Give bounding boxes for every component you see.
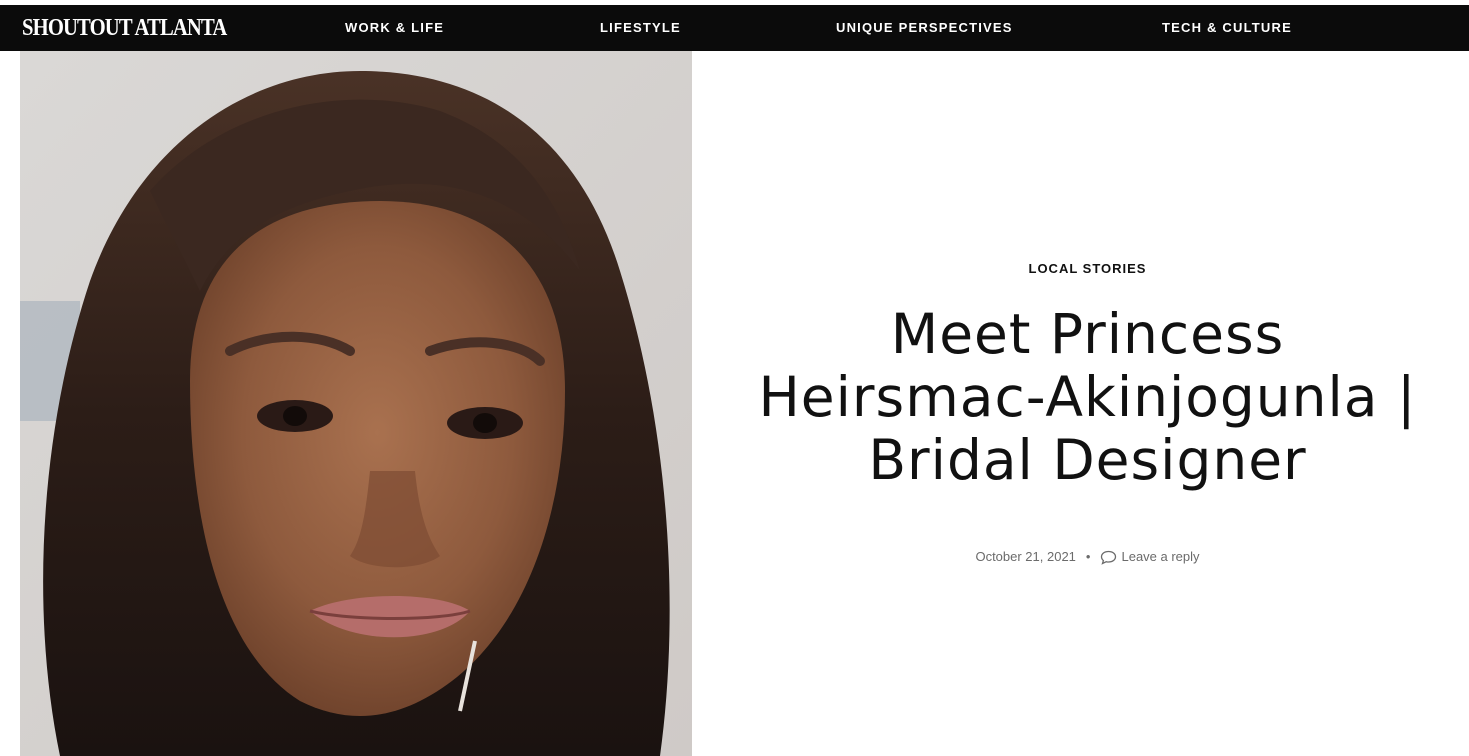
nav-lifestyle[interactable]: LIFESTYLE <box>600 20 681 36</box>
post-date[interactable]: October 21, 2021 <box>975 549 1075 564</box>
meta-separator: • <box>1085 549 1091 564</box>
article-meta: October 21, 2021 • Leave a reply <box>706 549 1469 569</box>
nav-work-life[interactable]: WORK & LIFE <box>345 20 444 36</box>
site-logo[interactable]: SHOUTOUT ATLANTA <box>22 15 227 41</box>
article-title: Meet Princess Heirsmac-Akinjogunla | Bri… <box>758 302 1417 492</box>
nav-unique-perspectives[interactable]: UNIQUE PERSPECTIVES <box>836 20 1013 36</box>
featured-portrait-photo <box>20 51 692 756</box>
portrait-illustration <box>20 51 692 756</box>
category-link[interactable]: LOCAL STORIES <box>706 261 1469 277</box>
article-header: LOCAL STORIES Meet Princess Heirsmac-Aki… <box>706 51 1469 756</box>
comment-bubble-icon <box>1100 550 1117 569</box>
nav-tech-culture[interactable]: TECH & CULTURE <box>1162 20 1292 36</box>
site-navbar: SHOUTOUT ATLANTA WORK & LIFE LIFESTYLE U… <box>0 5 1469 51</box>
leave-reply-link[interactable]: Leave a reply <box>1121 549 1199 564</box>
